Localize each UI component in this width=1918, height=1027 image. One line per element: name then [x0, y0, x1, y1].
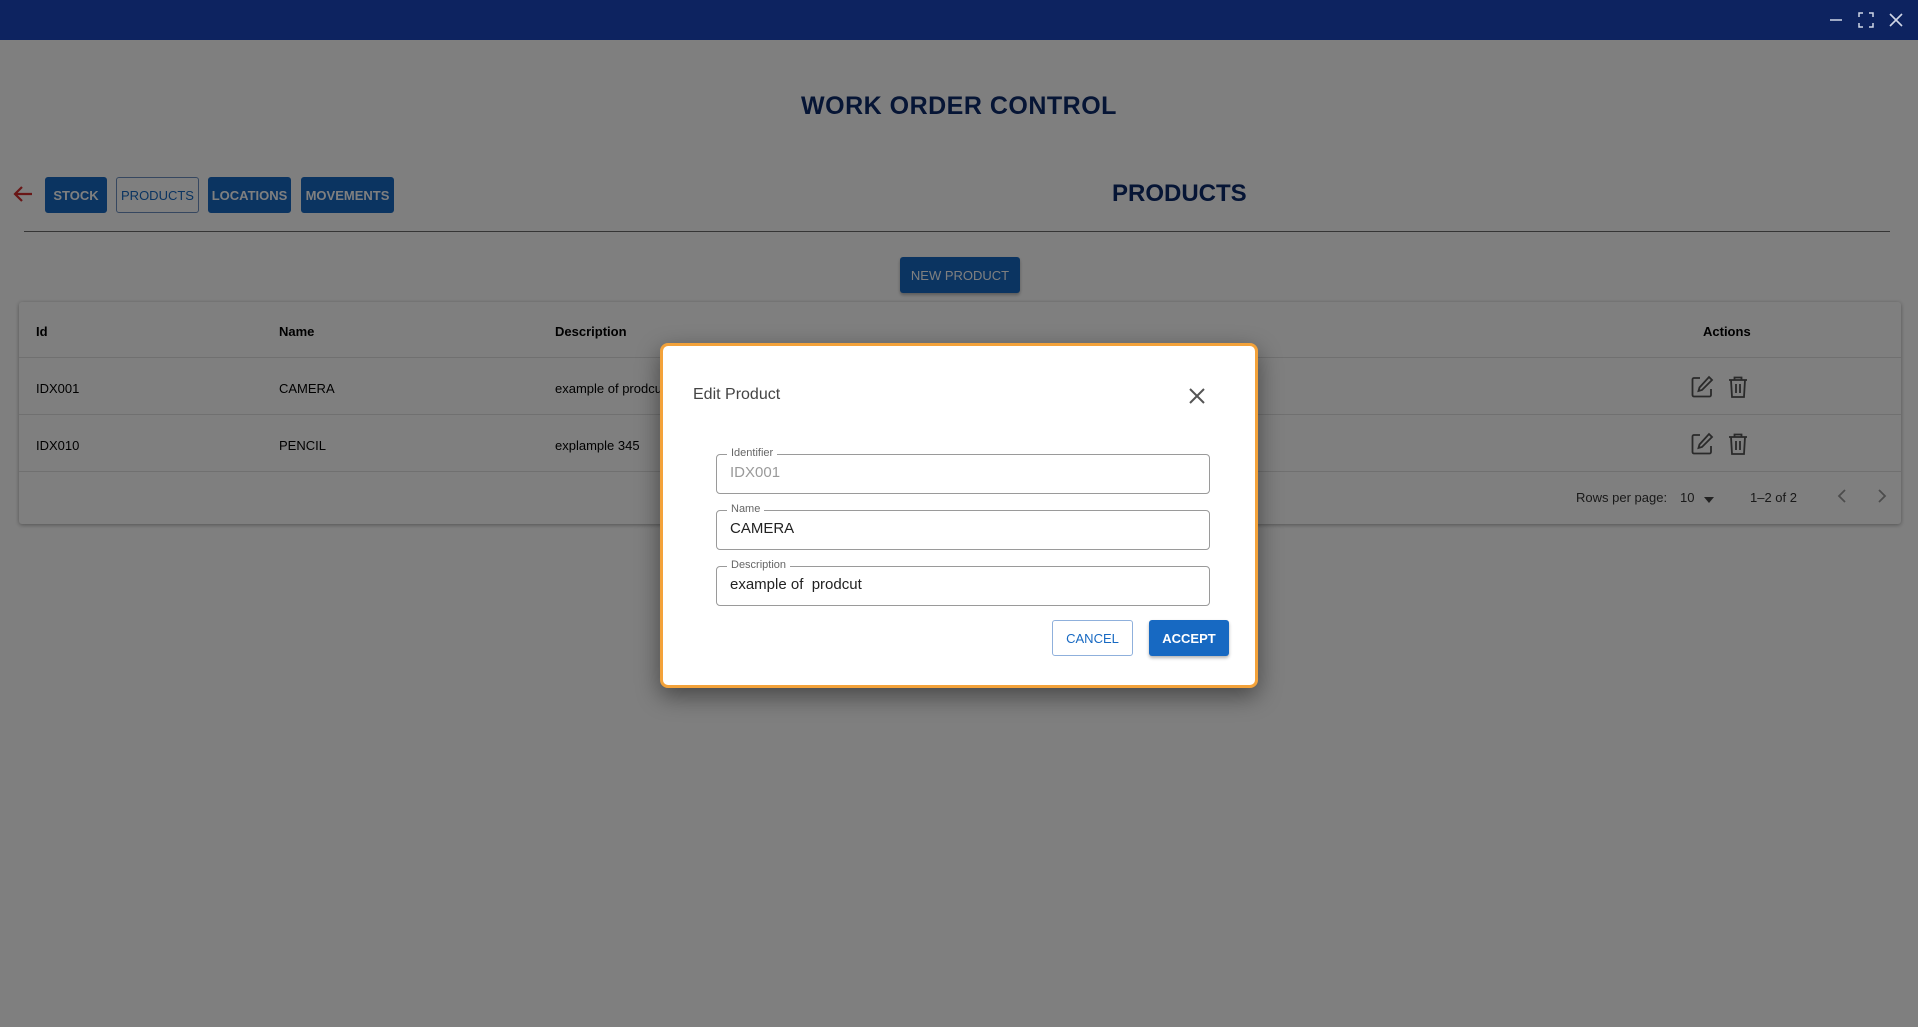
description-label: Description: [727, 558, 791, 572]
edit-product-dialog: Edit Product Identifier Name Description…: [660, 343, 1258, 688]
identifier-input[interactable]: [730, 464, 1190, 481]
close-icon[interactable]: [1884, 8, 1908, 32]
maximize-icon[interactable]: [1854, 8, 1878, 32]
name-label: Name: [727, 502, 765, 516]
close-icon[interactable]: [1185, 384, 1209, 408]
name-input[interactable]: [730, 520, 1190, 537]
identifier-field[interactable]: Identifier: [716, 446, 1210, 494]
identifier-label: Identifier: [727, 446, 778, 460]
window-titlebar: [0, 0, 1918, 40]
minimize-icon[interactable]: [1824, 8, 1848, 32]
cancel-button[interactable]: CANCEL: [1052, 620, 1133, 656]
name-field[interactable]: Name: [716, 502, 1210, 550]
dialog-title: Edit Product: [693, 386, 781, 403]
accept-button[interactable]: ACCEPT: [1149, 620, 1229, 656]
description-input[interactable]: [730, 576, 1190, 593]
description-field[interactable]: Description: [716, 558, 1210, 606]
